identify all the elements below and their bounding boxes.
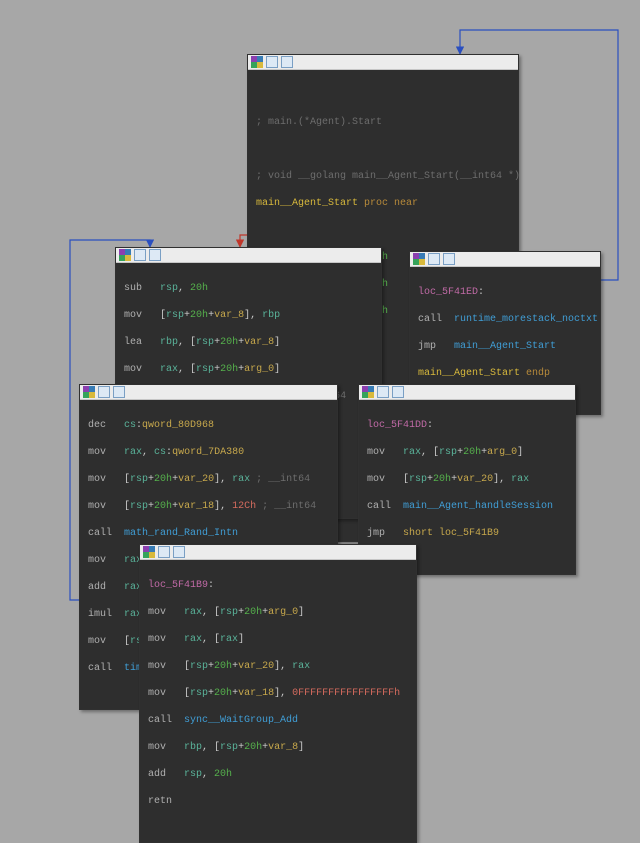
color-icon bbox=[119, 249, 131, 261]
color-icon bbox=[413, 253, 425, 265]
node-titlebar bbox=[80, 385, 337, 400]
window-icon bbox=[266, 56, 278, 68]
disassembly-graph: ; main.(*Agent).Start ; void __golang ma… bbox=[0, 0, 640, 623]
window-icon bbox=[392, 386, 404, 398]
window-icon bbox=[149, 249, 161, 261]
node-titlebar bbox=[359, 385, 575, 400]
node-titlebar bbox=[116, 248, 381, 263]
window-icon bbox=[428, 253, 440, 265]
window-icon bbox=[98, 386, 110, 398]
code-block: loc_5F41B9: movrax, [rsp+20h+arg_0] movr… bbox=[140, 560, 416, 842]
window-icon bbox=[173, 546, 185, 558]
color-icon bbox=[83, 386, 95, 398]
window-icon bbox=[377, 386, 389, 398]
window-icon bbox=[113, 386, 125, 398]
node-titlebar bbox=[410, 252, 600, 267]
window-icon bbox=[158, 546, 170, 558]
window-icon bbox=[134, 249, 146, 261]
window-icon bbox=[281, 56, 293, 68]
node-titlebar bbox=[248, 55, 518, 70]
color-icon bbox=[251, 56, 263, 68]
node-waitgroup[interactable]: loc_5F41B9: movrax, [rsp+20h+arg_0] movr… bbox=[139, 544, 417, 843]
window-icon bbox=[443, 253, 455, 265]
color-icon bbox=[143, 546, 155, 558]
node-titlebar bbox=[140, 545, 416, 560]
color-icon bbox=[362, 386, 374, 398]
